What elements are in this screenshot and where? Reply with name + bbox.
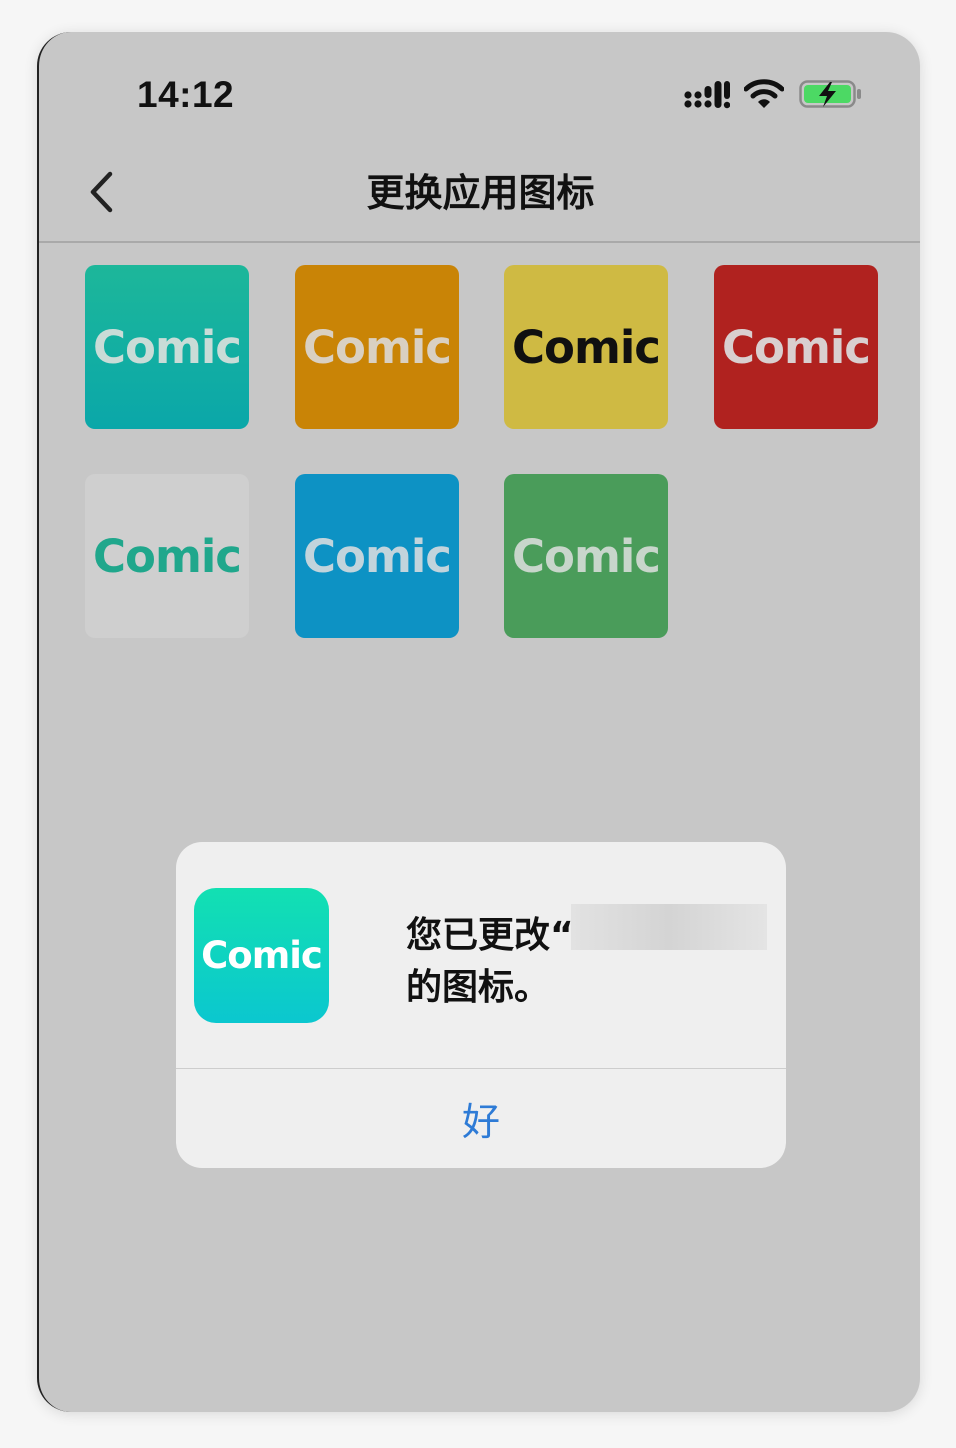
icon-option-orange[interactable]: Comic [295,265,459,429]
app-icon-label: Comic [201,934,323,977]
icon-option-red[interactable]: Comic [714,265,878,429]
icon-option-label: Comic [512,529,661,583]
alert-message-line1: 您已更改“ [406,915,574,956]
icon-changed-alert: Comic 您已更改“ 的图标。 好 [176,842,786,1168]
icon-option-label: Comic [512,320,661,374]
page-title: 更换应用图标 [366,171,595,215]
ok-button[interactable]: 好 [176,1069,786,1168]
icon-option-teal[interactable]: Comic [85,265,249,429]
redacted-app-name [571,904,767,950]
icon-option-label: Comic [303,320,452,374]
icon-option-light-gray[interactable]: Comic [85,474,249,638]
nav-divider [39,241,920,243]
battery-charging-icon [799,80,861,108]
icon-option-blue[interactable]: Comic [295,474,459,638]
phone-screen: 14:12 更换应用图标 Comic Comic Comic Comic Com… [37,32,920,1412]
icon-option-label: Comic [722,320,871,374]
icon-option-label: Comic [93,529,242,583]
icon-option-label: Comic [93,320,242,374]
wifi-icon [744,79,784,108]
cellular-signal-icon [684,81,730,109]
icon-option-green[interactable]: Comic [504,474,668,638]
alert-message-line2: 的图标。 [406,967,551,1008]
icon-option-label: Comic [303,529,452,583]
app-icon: Comic [194,888,329,1023]
icon-option-yellow[interactable]: Comic [504,265,668,429]
status-time: 14:12 [137,74,235,115]
